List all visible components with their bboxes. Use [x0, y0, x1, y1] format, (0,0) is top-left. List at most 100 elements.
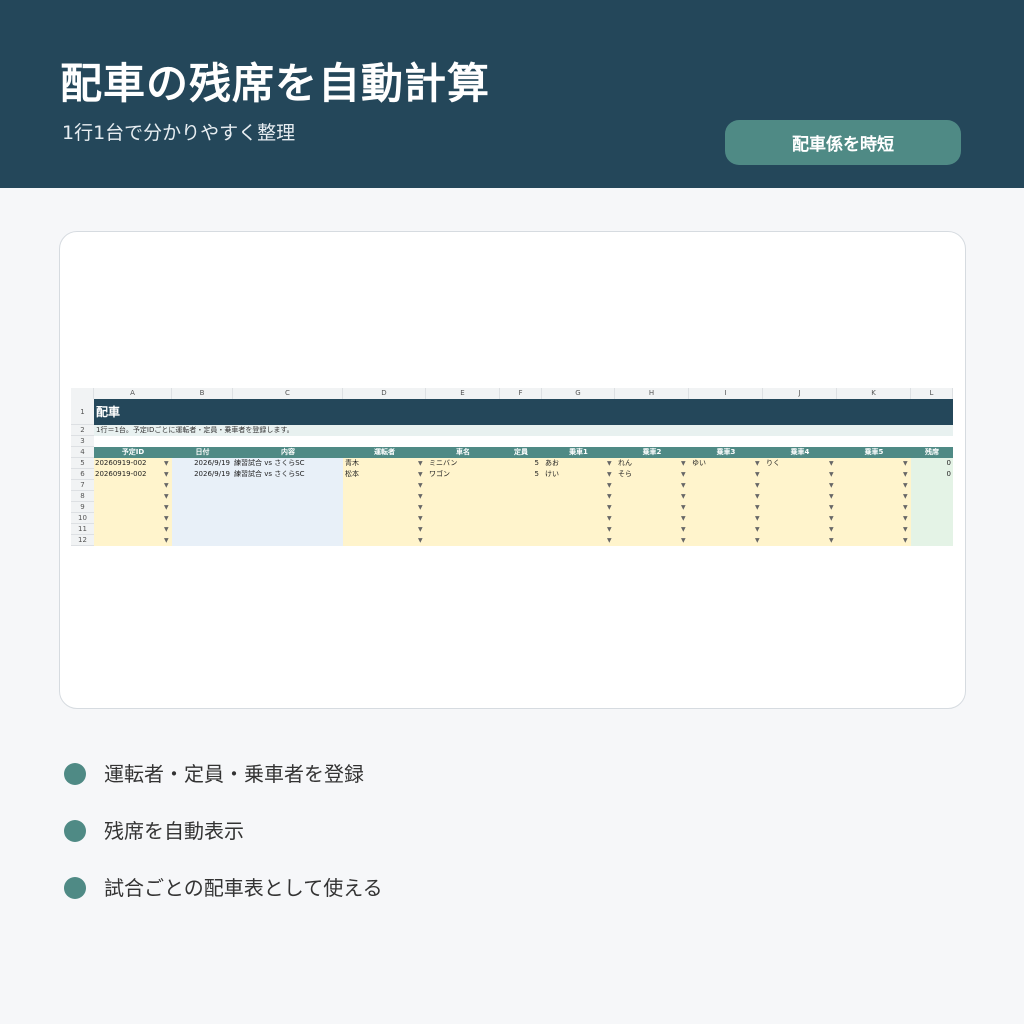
cell-remaining-seats: 0	[946, 470, 951, 478]
row-number: 3	[71, 436, 94, 447]
dropdown-arrow-icon: ▼	[681, 460, 686, 467]
cell-passenger: そら	[618, 470, 632, 478]
dropdown-arrow-icon: ▼	[164, 493, 169, 500]
dropdown-arrow-icon: ▼	[164, 537, 169, 544]
dropdown-arrow-icon: ▼	[681, 471, 686, 478]
column-header: I	[689, 388, 763, 399]
dropdown-arrow-icon: ▼	[903, 515, 908, 522]
dropdown-arrow-icon: ▼	[755, 537, 760, 544]
cell-capacity: 5	[534, 470, 539, 478]
row-number: 11	[71, 524, 94, 535]
cell-passenger: けい	[545, 470, 559, 478]
column-title: 運転者	[343, 447, 426, 458]
cell-passenger: あお	[545, 459, 559, 467]
column-title: 日付	[172, 447, 233, 458]
dropdown-arrow-icon: ▼	[607, 515, 612, 522]
dropdown-arrow-icon: ▼	[418, 482, 423, 489]
sheet-title: 配車	[94, 399, 953, 425]
dropdown-arrow-icon: ▼	[607, 460, 612, 467]
dropdown-arrow-icon: ▼	[607, 504, 612, 511]
sheet-corner	[71, 388, 94, 399]
row-number: 10	[71, 513, 94, 524]
column-title: 乗車1	[542, 447, 615, 458]
column-title: 乗車2	[615, 447, 689, 458]
spreadsheet-preview: A B C D E F G H I J K L 1 2 3 4 5 6 7 8 9 10 11 12 配車 1行＝1台。予定IDご…	[71, 388, 953, 551]
column-title: 乗車3	[689, 447, 763, 458]
cell-event: 練習試合 vs さくらSC	[234, 470, 305, 478]
feature-badge: 配車係を時短	[725, 120, 961, 165]
column-title: 内容	[233, 447, 343, 458]
dropdown-arrow-icon: ▼	[755, 504, 760, 511]
feature-text: 残席を自動表示	[104, 819, 244, 843]
feature-text: 運転者・定員・乗車者を登録	[104, 762, 364, 786]
cell-capacity: 5	[534, 459, 539, 467]
column-title: 定員	[500, 447, 542, 458]
page-title: 配車の残席を自動計算	[60, 59, 491, 108]
feature-item: 運転者・定員・乗車者を登録	[62, 758, 562, 788]
column-fill	[763, 458, 837, 546]
dropdown-arrow-icon: ▼	[755, 515, 760, 522]
dropdown-arrow-icon: ▼	[829, 515, 834, 522]
cell-driver: 青木	[345, 459, 359, 467]
dropdown-arrow-icon: ▼	[829, 526, 834, 533]
row-number: 7	[71, 480, 94, 491]
column-header: D	[343, 388, 426, 399]
dropdown-arrow-icon: ▼	[681, 526, 686, 533]
feature-item: 試合ごとの配車表として使える	[62, 872, 562, 902]
column-header: E	[426, 388, 500, 399]
dropdown-arrow-icon: ▼	[829, 460, 834, 467]
column-header: G	[542, 388, 615, 399]
cell-date: 2026/9/19	[194, 470, 230, 478]
bullet-dot-icon	[64, 877, 86, 899]
dropdown-arrow-icon: ▼	[418, 493, 423, 500]
dropdown-arrow-icon: ▼	[418, 526, 423, 533]
dropdown-arrow-icon: ▼	[164, 515, 169, 522]
column-header: L	[911, 388, 953, 399]
page-subtitle: 1行1台で分かりやすく整理	[62, 122, 296, 144]
dropdown-arrow-icon: ▼	[903, 460, 908, 467]
cell-date: 2026/9/19	[194, 459, 230, 467]
cell-passenger: りく	[766, 459, 780, 467]
bullet-dot-icon	[64, 763, 86, 785]
column-header: C	[233, 388, 343, 399]
dropdown-arrow-icon: ▼	[164, 526, 169, 533]
column-title: 乗車5	[837, 447, 911, 458]
column-title: 残席	[911, 447, 953, 458]
dropdown-arrow-icon: ▼	[903, 504, 908, 511]
dropdown-arrow-icon: ▼	[164, 482, 169, 489]
dropdown-arrow-icon: ▼	[829, 504, 834, 511]
dropdown-arrow-icon: ▼	[418, 515, 423, 522]
feature-item: 残席を自動表示	[62, 815, 562, 845]
dropdown-arrow-icon: ▼	[681, 493, 686, 500]
dropdown-arrow-icon: ▼	[755, 493, 760, 500]
sheet-note: 1行＝1台。予定IDごとに運転者・定員・乗車者を登録します。	[94, 425, 953, 436]
dropdown-arrow-icon: ▼	[607, 471, 612, 478]
dropdown-arrow-icon: ▼	[418, 537, 423, 544]
dropdown-arrow-icon: ▼	[418, 471, 423, 478]
row-number: 9	[71, 502, 94, 513]
dropdown-arrow-icon: ▼	[418, 460, 423, 467]
column-fill	[837, 458, 911, 546]
column-header: F	[500, 388, 542, 399]
row-number: 8	[71, 491, 94, 502]
row-number: 1	[71, 399, 94, 425]
cell-driver: 松本	[345, 470, 359, 478]
cell-passenger: れん	[618, 459, 632, 467]
cell-schedule-id: 20260919-002	[95, 470, 147, 478]
dropdown-arrow-icon: ▼	[607, 493, 612, 500]
dropdown-arrow-icon: ▼	[681, 504, 686, 511]
column-title: 車名	[426, 447, 500, 458]
column-header: K	[837, 388, 911, 399]
dropdown-arrow-icon: ▼	[903, 526, 908, 533]
row-number: 2	[71, 425, 94, 436]
cell-vehicle: ミニバン	[429, 459, 458, 467]
dropdown-arrow-icon: ▼	[164, 504, 169, 511]
dropdown-arrow-icon: ▼	[755, 471, 760, 478]
row-number: 5	[71, 458, 94, 469]
dropdown-arrow-icon: ▼	[607, 526, 612, 533]
dropdown-arrow-icon: ▼	[418, 504, 423, 511]
cell-vehicle: ワゴン	[429, 470, 450, 478]
dropdown-arrow-icon: ▼	[903, 493, 908, 500]
dropdown-arrow-icon: ▼	[681, 515, 686, 522]
column-fill	[689, 458, 763, 546]
